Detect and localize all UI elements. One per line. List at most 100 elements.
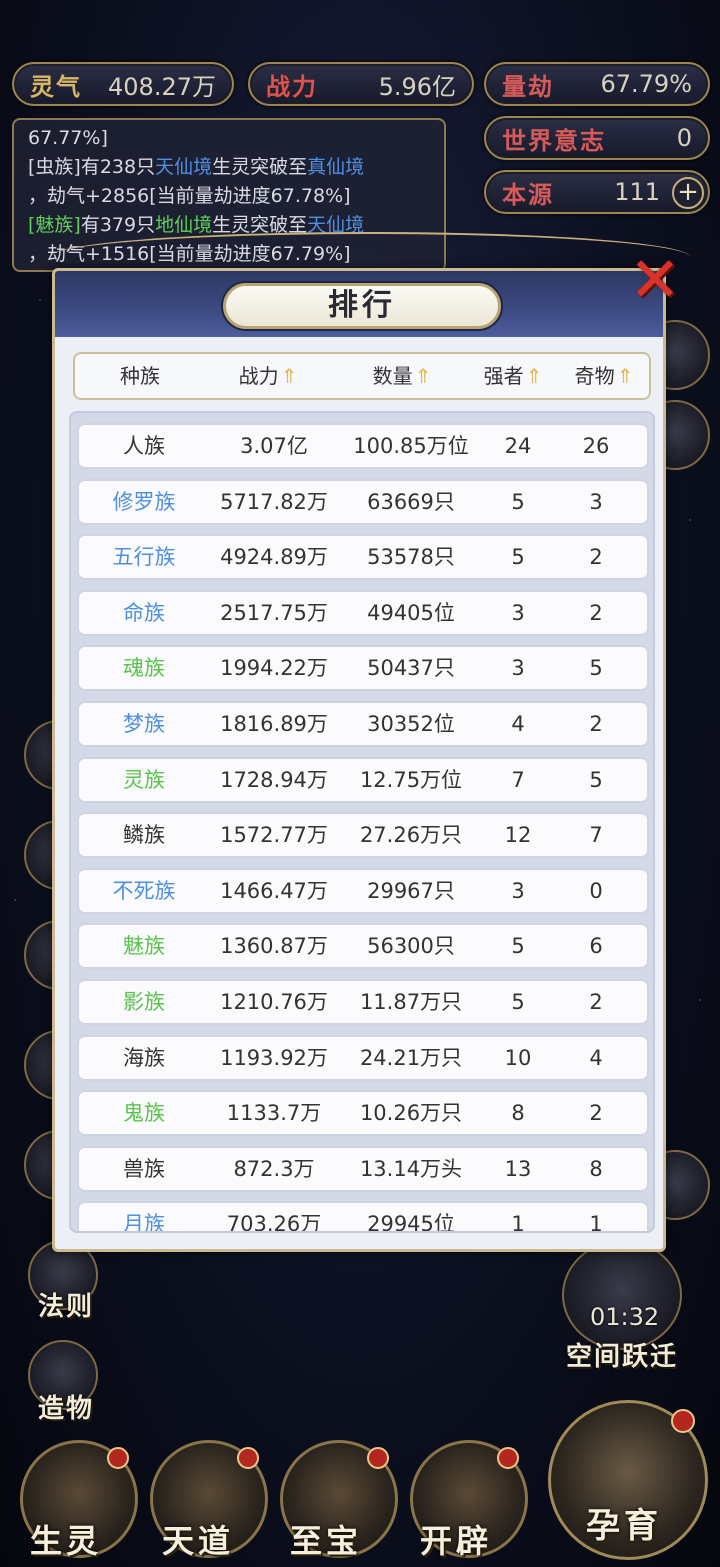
race-name-cell: 不死族: [112, 878, 176, 903]
shengling-label: 生灵: [30, 1522, 103, 1560]
count-cell: 29945位: [367, 1212, 455, 1233]
table-row[interactable]: 魅族 1360.87万 56300只 5 6: [77, 923, 649, 970]
yunyu-label: 孕育: [586, 1506, 662, 1546]
power-cell: 1193.92万: [220, 1045, 328, 1070]
treasure-cell: 5: [589, 656, 603, 681]
strong-cell: 7: [511, 767, 525, 792]
treasure-cell: 5: [589, 767, 603, 792]
zhibao-label: 至宝: [290, 1522, 363, 1560]
race-name-cell: 兽族: [123, 1156, 165, 1181]
table-row[interactable]: 影族 1210.76万 11.87万只 5 2: [77, 979, 649, 1025]
power-cell: 1728.94万: [220, 767, 328, 792]
shijieyizhi-stat[interactable]: 世界意志 0: [484, 116, 710, 160]
strong-cell: 4: [511, 712, 525, 736]
kongjianyueqian-button[interactable]: [562, 1240, 682, 1350]
tiandao-label: 天道: [162, 1522, 235, 1560]
race-name-cell: 修罗族: [112, 489, 176, 514]
table-row[interactable]: 魂族 1994.22万 50437只 3 5: [77, 645, 649, 692]
table-row[interactable]: 灵族 1728.94万 12.75万位 7 5: [77, 756, 649, 803]
race-name-cell: 魅族: [123, 934, 165, 959]
count-cell: 53578只: [367, 545, 455, 570]
sort-arrow-icon: ⇑: [414, 364, 432, 388]
count-cell: 29967只: [367, 878, 455, 903]
power-cell: 872.3万: [233, 1156, 315, 1181]
notification-dot: [497, 1447, 519, 1469]
shijieyizhi-value: 0: [676, 124, 692, 152]
treasure-cell: 2: [589, 990, 603, 1014]
power-cell: 2517.75万: [220, 600, 328, 625]
strong-cell: 5: [511, 934, 525, 959]
race-name-cell: 灵族: [123, 767, 165, 792]
count-cell: 13.14万头: [359, 1156, 463, 1181]
race-name-cell: 命族: [123, 600, 165, 625]
treasure-cell: 6: [589, 934, 603, 959]
header-strong-sort[interactable]: 强者 ⇑: [471, 354, 555, 398]
table-row[interactable]: 月族 703.26万 29945位 1 1: [77, 1201, 649, 1233]
strong-cell: 3: [511, 600, 525, 625]
log-line: [虫族]有238只天仙境生灵突破至真仙境: [28, 156, 365, 178]
table-header: 种族 战力 ⇑ 数量 ⇑ 强者 ⇑ 奇物 ⇑: [73, 352, 651, 400]
count-cell: 63669只: [367, 489, 455, 514]
strong-cell: 5: [511, 990, 525, 1014]
zhanli-value: 5.96亿: [378, 72, 456, 101]
kongjianyueqian-timer: 01:32: [590, 1303, 660, 1331]
ranking-list[interactable]: 人族 3.07亿 100.85万位 24 26 修罗族 5717.82万 63669只 5 3 五行…: [69, 411, 655, 1233]
race-name-cell: 海族: [123, 1045, 165, 1070]
count-cell: 56300只: [367, 934, 455, 959]
count-cell: 10.26万只: [359, 1101, 463, 1126]
table-row[interactable]: 不死族 1466.47万 29967只 3 0: [77, 867, 649, 914]
treasure-cell: 2: [589, 1101, 603, 1126]
power-cell: 1133.7万: [226, 1101, 322, 1126]
table-row[interactable]: 人族 3.07亿 100.85万位 24 26: [77, 423, 649, 469]
count-cell: 24.21万只: [359, 1045, 463, 1070]
treasure-cell: 0: [589, 878, 603, 903]
race-name-cell: 五行族: [112, 545, 176, 570]
race-name-cell: 鳞族: [123, 823, 165, 848]
lingqi-label: 灵气: [30, 71, 82, 101]
strong-cell: 1: [511, 1212, 525, 1233]
treasure-cell: 1: [589, 1212, 603, 1233]
count-cell: 12.75万位: [359, 767, 463, 792]
race-name-cell: 魂族: [123, 656, 165, 681]
power-cell: 1210.76万: [220, 990, 328, 1014]
liangjie-stat[interactable]: 量劫 67.79%: [484, 62, 710, 106]
count-cell: 27.26万只: [359, 823, 463, 848]
table-row[interactable]: 修罗族 5717.82万 63669只 5 3: [77, 478, 649, 525]
panel-header: 排行: [55, 271, 663, 337]
power-cell: 4924.89万: [220, 545, 328, 570]
table-row[interactable]: 鳞族 1572.77万 27.26万只 12 7: [77, 812, 649, 859]
zaowu-label: 造物: [38, 1394, 95, 1424]
plus-icon[interactable]: +: [672, 177, 704, 209]
count-cell: 11.87万只: [359, 990, 463, 1014]
zhanli-stat: 战力 5.96亿: [248, 62, 474, 106]
header-power-sort[interactable]: 战力 ⇑: [203, 354, 333, 398]
count-cell: 100.85万位: [353, 434, 469, 458]
header-count-sort[interactable]: 数量 ⇑: [337, 354, 467, 398]
race-name-cell: 鬼族: [123, 1101, 165, 1126]
log-line: ，劫气+2856[当前量劫进度67.78%]: [28, 185, 351, 207]
strong-cell: 13: [504, 1156, 532, 1181]
table-row[interactable]: 命族 2517.75万 49405位 3 2: [77, 589, 649, 636]
strong-cell: 5: [511, 545, 525, 570]
treasure-cell: 2: [589, 712, 603, 736]
benyuan-label: 本源: [502, 179, 554, 209]
table-row[interactable]: 兽族 872.3万 13.14万头 13 8: [77, 1145, 649, 1192]
power-cell: 1360.87万: [220, 934, 328, 959]
race-name-cell: 梦族: [123, 712, 165, 736]
lingqi-value: 408.27万: [108, 72, 216, 101]
count-cell: 50437只: [367, 656, 455, 681]
table-row[interactable]: 鬼族 1133.7万 10.26万只 8 2: [77, 1090, 649, 1137]
close-x-icon[interactable]: ✕: [623, 249, 687, 314]
power-cell: 5717.82万: [220, 489, 328, 514]
race-name-cell: 影族: [123, 990, 165, 1014]
ranking-panel: 排行 种族 战力 ⇑ 数量 ⇑ 强者 ⇑ 奇物 ⇑ 人族 3.07亿 100.85万位 24 2…: [52, 268, 666, 1252]
header-treasure-sort[interactable]: 奇物 ⇑: [559, 354, 649, 398]
liangjie-label: 量劫: [502, 71, 554, 101]
table-row[interactable]: 梦族 1816.89万 30352位 4 2: [77, 701, 649, 747]
log-line: 67.77%]: [28, 127, 108, 149]
table-row[interactable]: 海族 1193.92万 24.21万只 10 4: [77, 1034, 649, 1081]
kaipi-label: 开辟: [420, 1522, 493, 1560]
liangjie-value: 67.79%: [600, 70, 692, 98]
notification-dot: [367, 1447, 389, 1469]
table-row[interactable]: 五行族 4924.89万 53578只 5 2: [77, 534, 649, 581]
